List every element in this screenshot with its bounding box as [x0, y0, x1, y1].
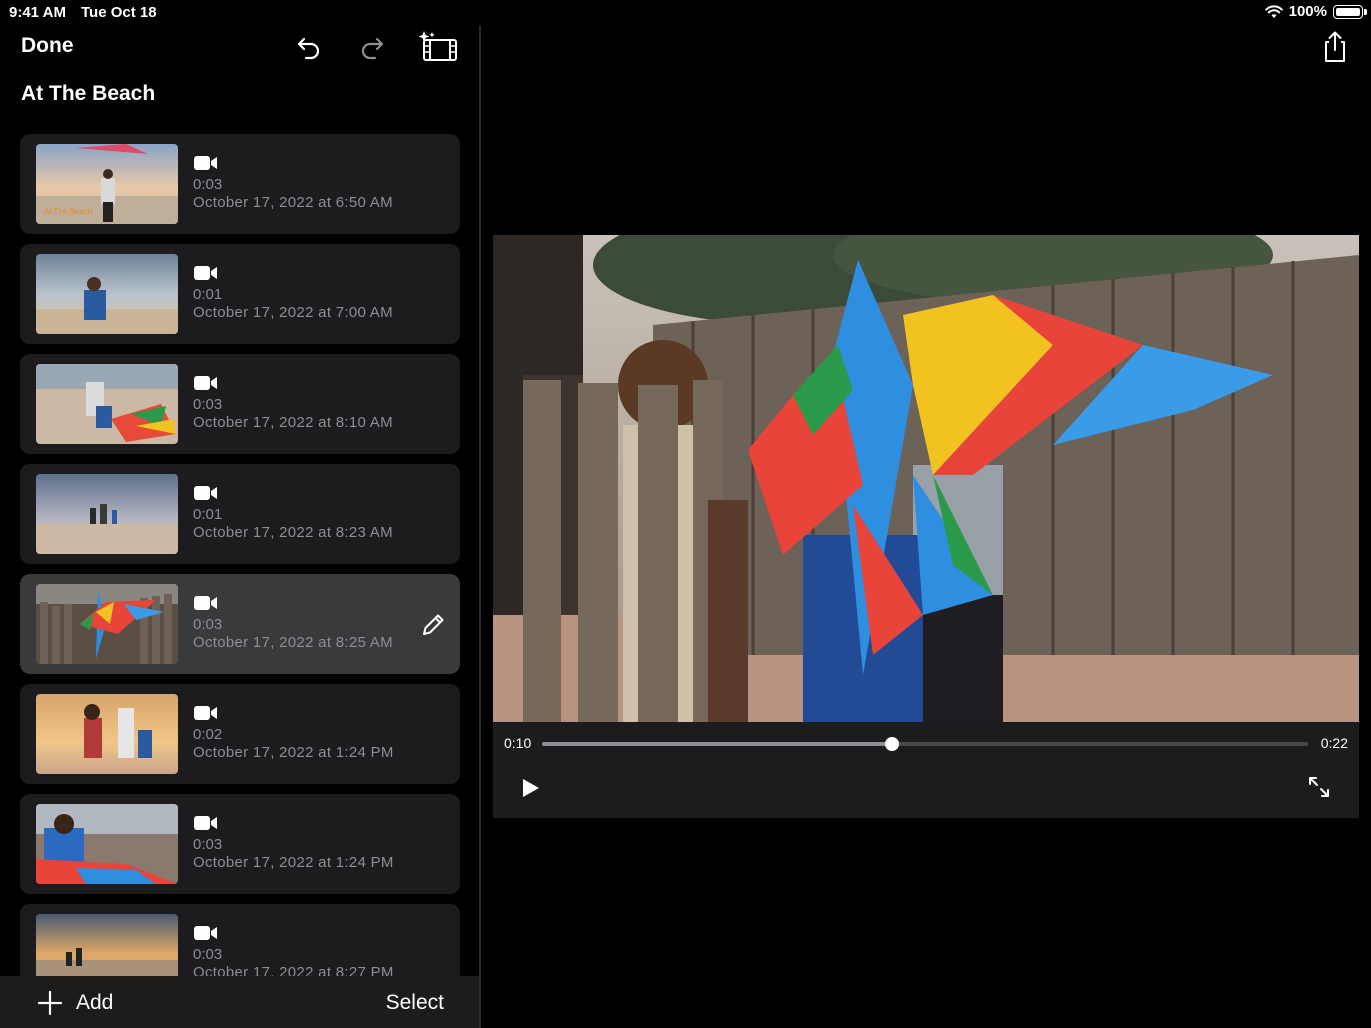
clip-thumbnail [36, 364, 178, 444]
redo-button[interactable] [355, 30, 389, 64]
status-indicators: 100% [1264, 3, 1367, 20]
clip-thumbnail [36, 584, 178, 664]
pencil-icon[interactable] [420, 612, 446, 638]
video-camera-icon [194, 706, 217, 720]
total-time: 0:22 [1320, 735, 1348, 751]
select-button[interactable]: Select [386, 991, 444, 1015]
clip-thumbnail [36, 694, 178, 774]
clip-date: October 17, 2022 at 6:50 AM [193, 194, 393, 211]
battery-percent: 100% [1288, 3, 1327, 20]
scrubber[interactable] [542, 737, 1308, 751]
clip-thumbnail [36, 254, 178, 334]
clip-item[interactable]: 0:03 October 17, 2022 at 1:24 PM [20, 794, 460, 894]
clip-item[interactable]: 0:03 October 17, 2022 at 8:27 PM [20, 904, 460, 976]
clip-item[interactable]: 0:01 October 17, 2022 at 8:23 AM [20, 464, 460, 564]
clip-duration: 0:01 [193, 286, 223, 303]
project-title: At The Beach [21, 82, 156, 105]
video-camera-icon [194, 266, 217, 280]
bottom-toolbar: Add Select [0, 976, 479, 1028]
magic-movie-button[interactable] [418, 30, 458, 64]
clip-date: October 17, 2022 at 8:23 AM [193, 524, 393, 541]
clip-duration: 0:03 [193, 616, 223, 633]
scrubber-progress [542, 742, 893, 746]
scrubber-handle[interactable] [885, 737, 900, 751]
clip-item[interactable]: 0:02 October 17, 2022 at 1:24 PM [20, 684, 460, 784]
clip-list[interactable]: At The Beach 0:03 October 17, 2022 at 6:… [20, 134, 460, 976]
clip-duration: 0:03 [193, 836, 223, 853]
video-camera-icon [194, 376, 217, 390]
current-time: 0:10 [504, 735, 532, 751]
video-camera-icon [194, 156, 217, 170]
clip-duration: 0:01 [193, 506, 223, 523]
battery-icon [1333, 4, 1367, 19]
status-time: 9:41 AM [9, 4, 66, 21]
wifi-icon [1264, 4, 1283, 18]
video-camera-icon [194, 926, 217, 940]
clip-duration: 0:02 [193, 726, 223, 743]
clip-item[interactable]: 0:01 October 17, 2022 at 7:00 AM [20, 244, 460, 344]
video-camera-icon [194, 816, 217, 830]
done-button[interactable]: Done [21, 34, 74, 58]
clip-thumbnail [36, 804, 178, 884]
undo-icon [297, 37, 320, 60]
video-frame[interactable] [493, 235, 1359, 722]
clip-date: October 17, 2022 at 8:25 AM [193, 634, 393, 651]
video-camera-icon [194, 486, 217, 500]
redo-icon [361, 37, 384, 60]
project-pane: Done At The Beach At The Beach 0:03 Octo… [0, 26, 479, 1028]
undo-button[interactable] [292, 30, 326, 64]
play-icon[interactable] [519, 776, 543, 800]
pane-divider [479, 26, 481, 1028]
clip-duration: 0:03 [193, 946, 223, 963]
fullscreen-icon[interactable] [1307, 775, 1331, 799]
clip-date: October 17, 2022 at 1:24 PM [193, 854, 394, 871]
status-date: Tue Oct 18 [81, 4, 157, 21]
clip-duration: 0:03 [193, 396, 223, 413]
clip-date: October 17, 2022 at 8:27 PM [193, 964, 394, 976]
clip-item[interactable]: At The Beach 0:03 October 17, 2022 at 6:… [20, 134, 460, 234]
clip-item-selected[interactable]: 0:03 October 17, 2022 at 8:25 AM [20, 574, 460, 674]
clip-date: October 17, 2022 at 7:00 AM [193, 304, 393, 321]
clip-thumbnail [36, 914, 178, 976]
clip-thumbnail [36, 474, 178, 554]
clip-date: October 17, 2022 at 8:10 AM [193, 414, 393, 431]
video-camera-icon [194, 596, 217, 610]
clip-item[interactable]: 0:03 October 17, 2022 at 8:10 AM [20, 354, 460, 454]
video-player: 0:10 0:22 [493, 235, 1359, 818]
add-button[interactable]: Add [38, 991, 113, 1015]
clip-date: October 17, 2022 at 1:24 PM [193, 744, 394, 761]
clip-duration: 0:03 [193, 176, 223, 193]
clip-thumbnail: At The Beach [36, 144, 178, 224]
add-label: Add [76, 991, 114, 1014]
magic-movie-icon [418, 31, 457, 61]
plus-icon [38, 991, 62, 1015]
thumbnail-title-overlay: At The Beach [44, 207, 92, 216]
status-bar: 9:41 AM Tue Oct 18 100% [0, 0, 1371, 26]
share-icon[interactable] [1318, 30, 1352, 64]
